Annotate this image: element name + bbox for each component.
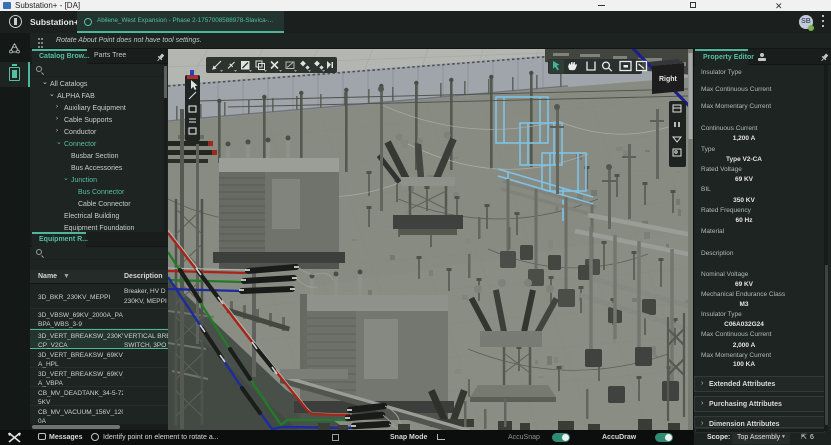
svg-text:Right: Right <box>659 76 678 83</box>
